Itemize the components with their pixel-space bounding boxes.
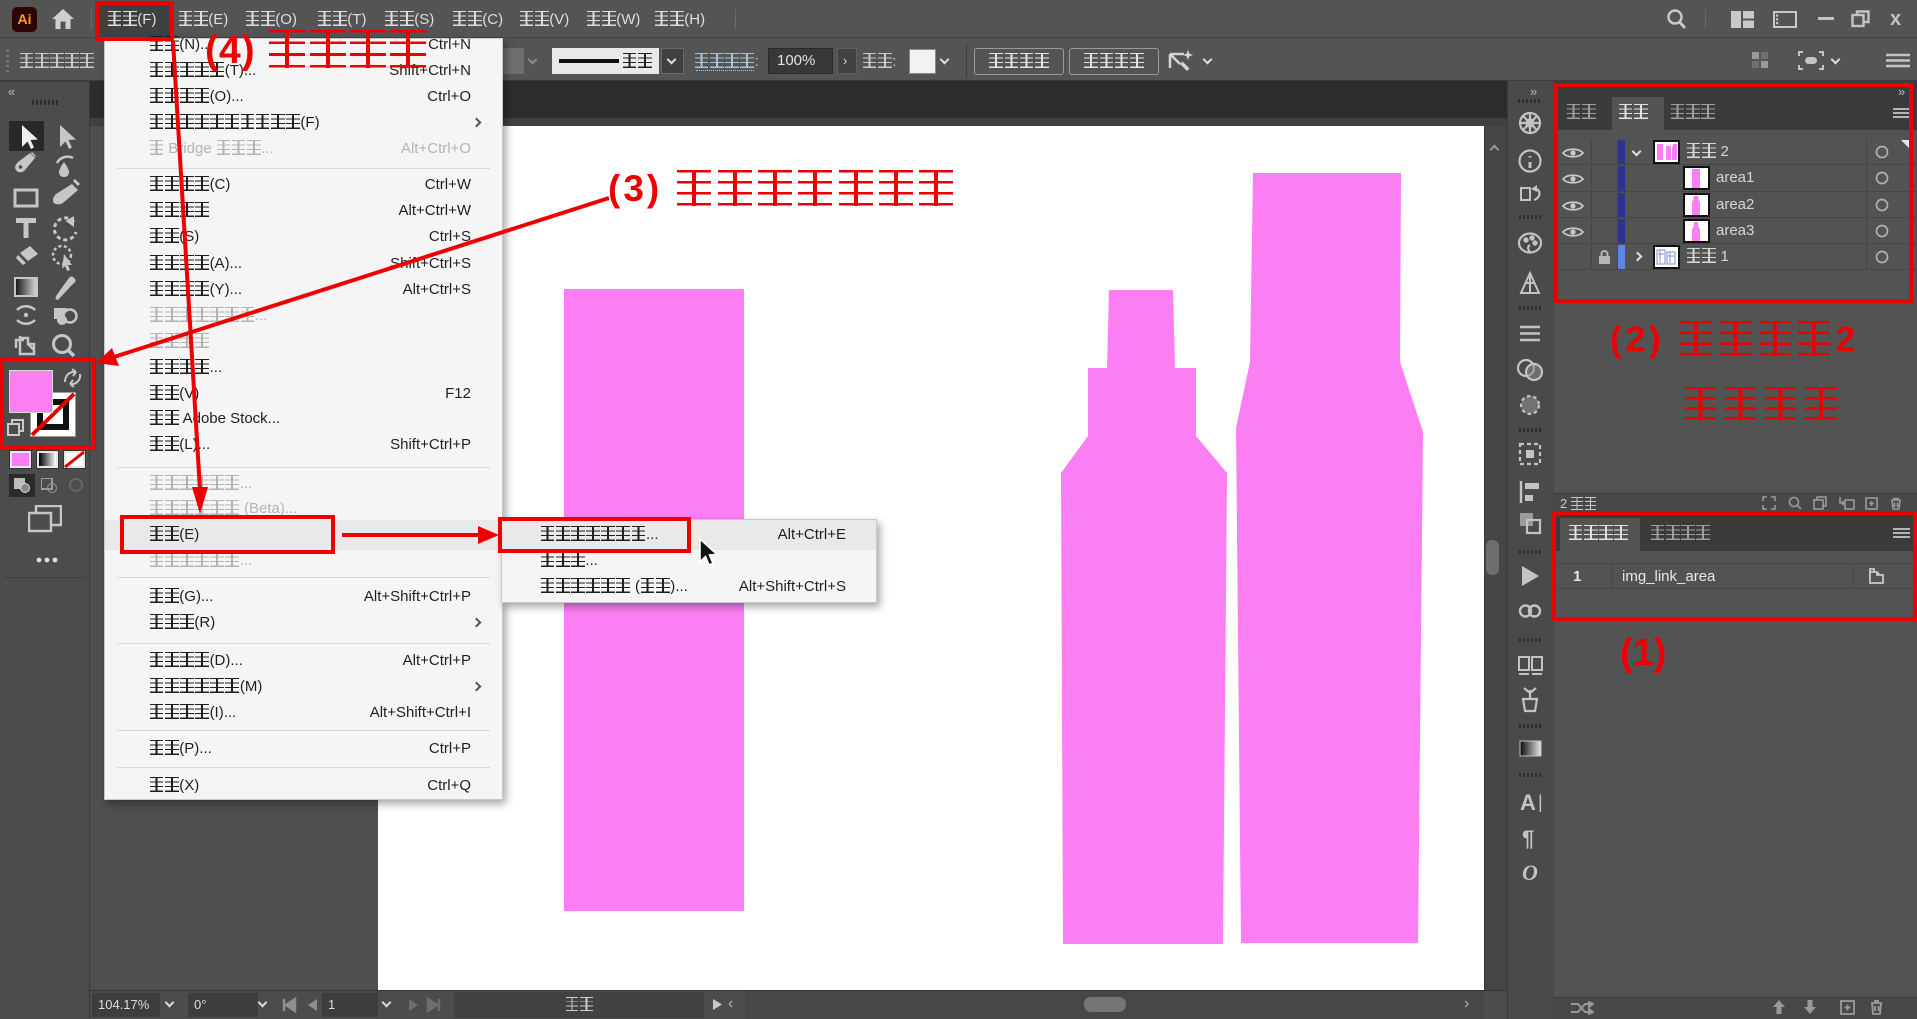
svg-text:A: A	[1520, 790, 1536, 815]
svg-text:|: |	[1538, 792, 1543, 812]
svg-text:O: O	[1522, 860, 1538, 885]
svg-text:¶: ¶	[1522, 826, 1534, 851]
